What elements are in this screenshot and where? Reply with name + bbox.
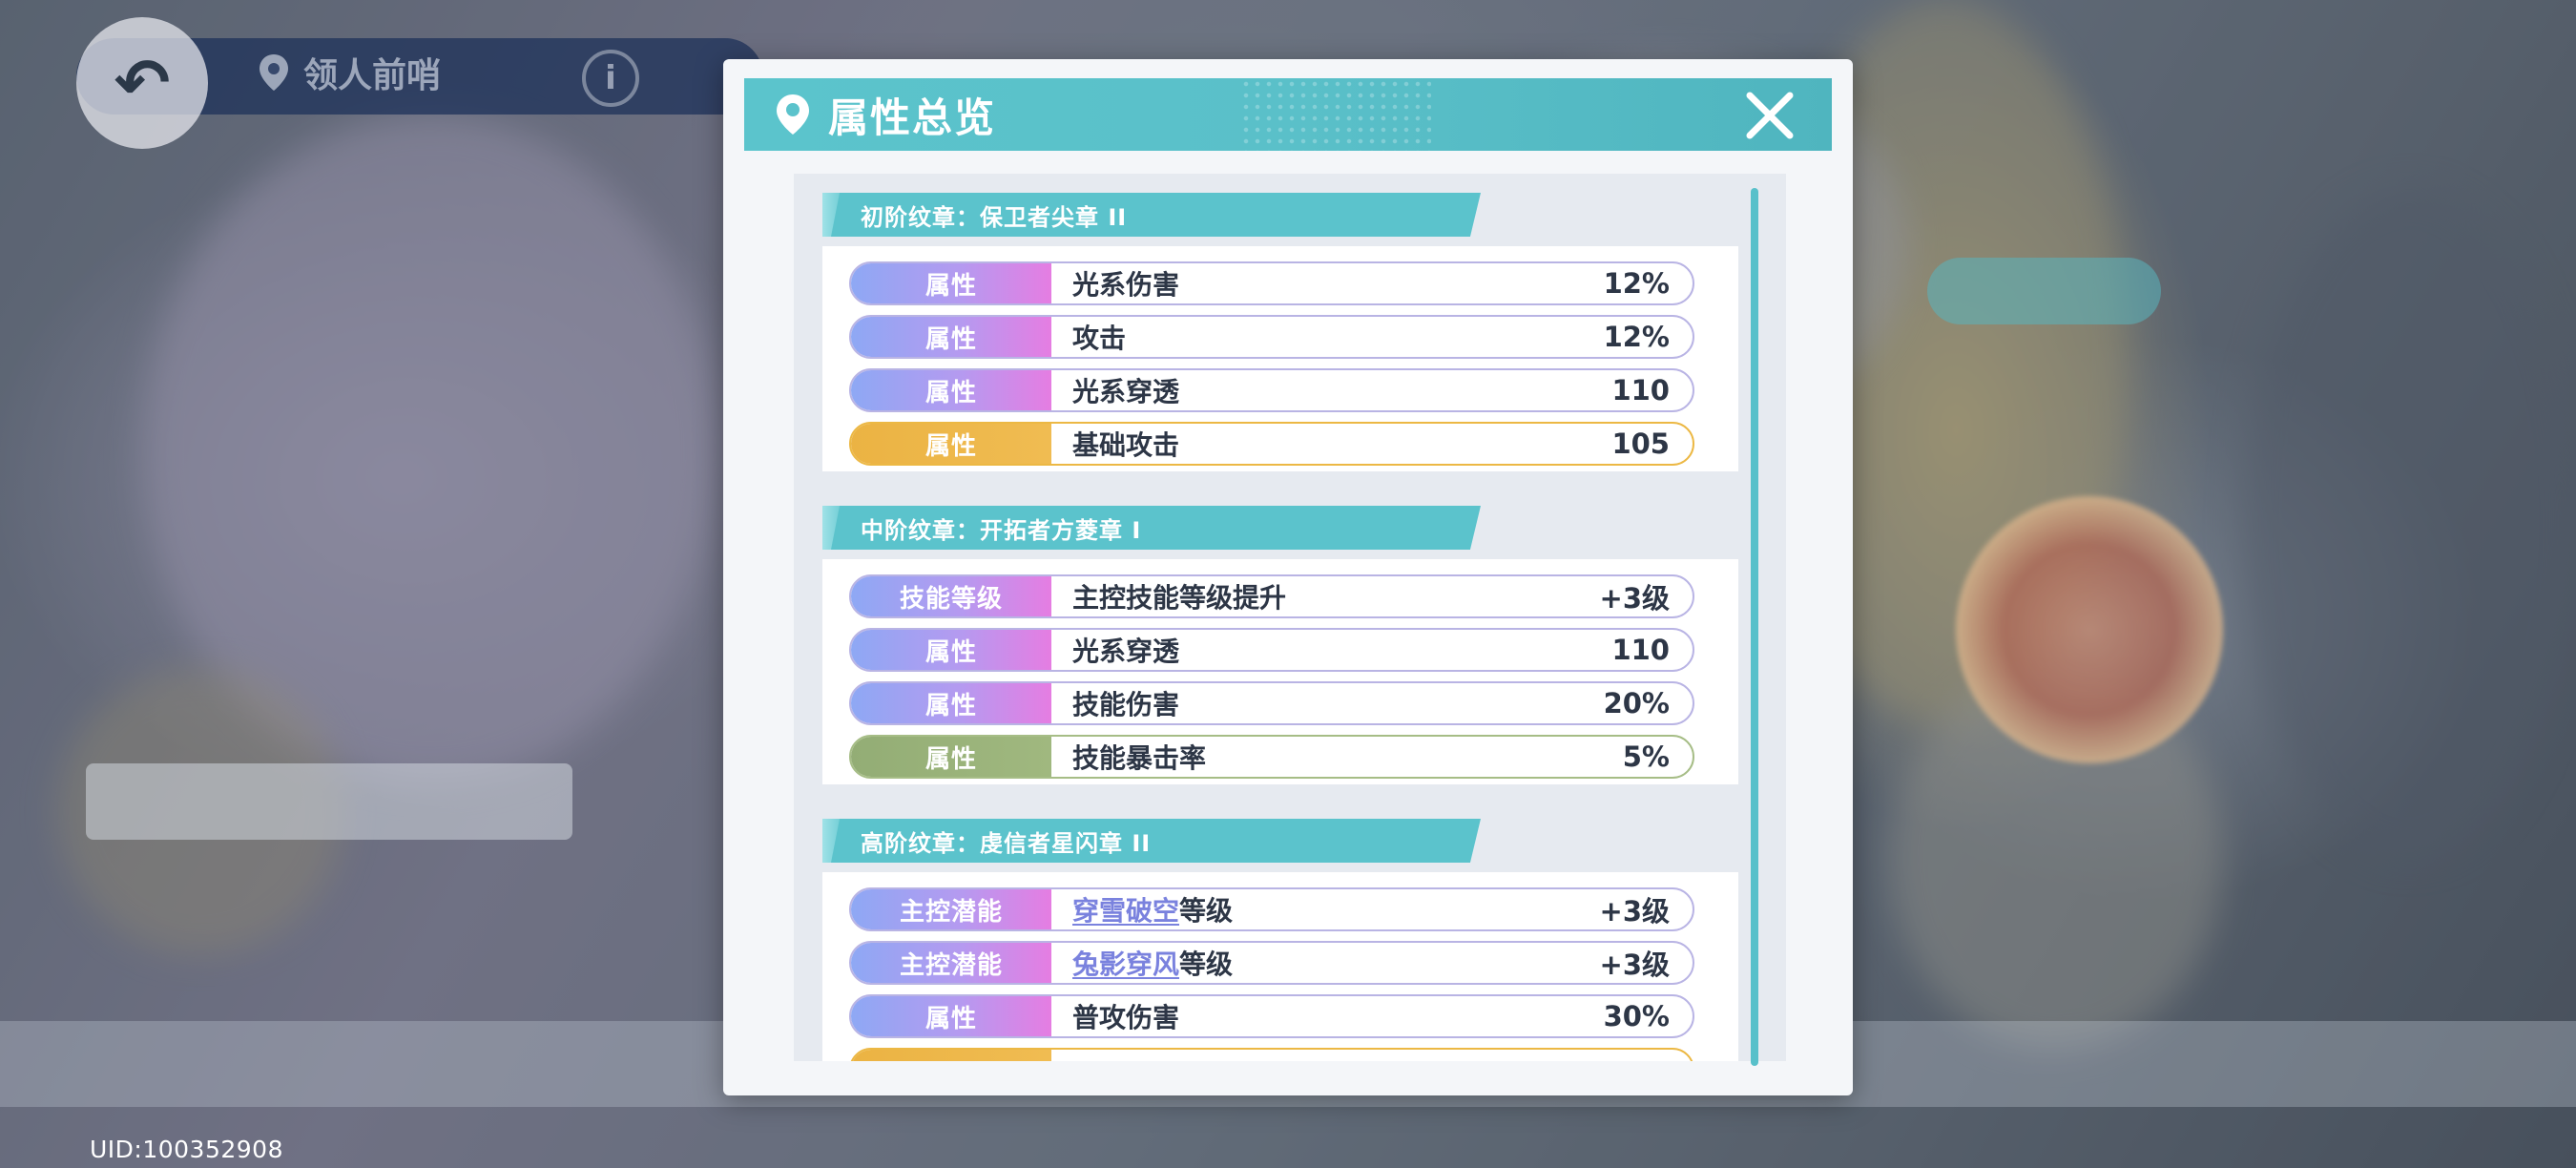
row-type-label: 属性	[851, 683, 1051, 723]
attribute-row: 属性 攻击 12%	[849, 315, 1694, 359]
section-mid-badge: 中阶纹章：开拓者方菱章 I 技能等级 主控技能等级提升 +3级 属性 光系穿透 …	[794, 506, 1786, 809]
row-attribute-name: 光系伤害	[1072, 269, 1180, 301]
row-type-label: 主控潜能	[851, 943, 1051, 983]
row-attribute-name: 技能暴击率	[1072, 742, 1207, 774]
section-card: 技能等级 主控技能等级提升 +3级 属性 光系穿透 110 属性 技能伤害 20…	[822, 559, 1738, 784]
location-pin-icon	[260, 54, 288, 91]
attribute-overview-dialog: 属性总览 初阶纹章：保卫者尖章 II 属性 光系伤害 12% 属性 攻击 12%…	[723, 59, 1853, 1095]
row-attribute-value: 105	[1611, 428, 1670, 460]
row-attribute-value: +3级	[1599, 949, 1670, 981]
section-header-label: 中阶纹章：开拓者方菱章 I	[861, 516, 1142, 544]
section-header: 高阶纹章：虔信者星闪章 II	[822, 819, 1481, 863]
uid-label: UID:100352908	[90, 1136, 283, 1163]
dialog-header: 属性总览	[744, 78, 1832, 151]
row-attribute-value: +3级	[1599, 895, 1670, 928]
section-basic-badge: 初阶纹章：保卫者尖章 II 属性 光系伤害 12% 属性 攻击 12% 属性 光…	[794, 193, 1786, 496]
background-medal-image	[1956, 496, 2223, 763]
row-type-label: 属性	[851, 630, 1051, 670]
row-attribute-value: +3级	[1599, 582, 1670, 615]
close-button[interactable]	[1744, 90, 1796, 141]
back-button[interactable]: ↶	[76, 17, 208, 149]
attribute-row: 属性 光系伤害 12%	[849, 261, 1694, 305]
section-high-badge: 高阶纹章：虔信者星闪章 II 主控潜能 穿雪破空等级 +3级 主控潜能 兔影穿风…	[794, 819, 1786, 1061]
dialog-title: 属性总览	[828, 94, 997, 141]
row-attribute-name: 光系穿透	[1072, 376, 1180, 407]
attribute-list-scroll-area[interactable]: 初阶纹章：保卫者尖章 II 属性 光系伤害 12% 属性 攻击 12% 属性 光…	[794, 174, 1786, 1061]
potential-skill-link[interactable]: 兔影穿风	[1072, 949, 1179, 980]
section-header: 中阶纹章：开拓者方菱章 I	[822, 506, 1481, 550]
row-attribute-name: 光系穿透	[1072, 636, 1180, 667]
section-header-label: 初阶纹章：保卫者尖章 II	[861, 203, 1128, 231]
location-chip[interactable]: 领人前哨	[258, 48, 441, 97]
row-attribute-value: 110	[1611, 374, 1670, 407]
row-attribute-name: 穿雪破空等级	[1051, 890, 1600, 928]
row-attribute-name-suffix: 等级	[1179, 895, 1234, 927]
row-type-label: 技能等级	[851, 576, 1051, 616]
attribute-row: 技能等级 主控技能等级提升 +3级	[849, 574, 1694, 618]
attribute-row: 属性 光系穿透 110	[849, 628, 1694, 672]
row-attribute-value: 5%	[1622, 740, 1670, 773]
section-card: 主控潜能 穿雪破空等级 +3级 主控潜能 兔影穿风等级 +3级 属性 普攻伤害 …	[822, 872, 1738, 1061]
row-type-label: 属性	[851, 996, 1051, 1036]
row-attribute-name: 普攻伤害	[1072, 1002, 1180, 1033]
row-attribute-name: 主控技能等级提升	[1072, 582, 1287, 614]
row-attribute-name: 基础攻击	[1072, 429, 1180, 461]
section-card: 属性 光系伤害 12% 属性 攻击 12% 属性 光系穿透 110 属性 基础攻…	[822, 246, 1738, 471]
background-teal-button	[1927, 258, 2161, 324]
row-attribute-value: 12%	[1603, 321, 1670, 353]
section-header: 初阶纹章：保卫者尖章 II	[822, 193, 1481, 237]
location-pin-icon	[777, 94, 809, 135]
row-attribute-value: 110	[1611, 634, 1670, 666]
close-icon	[1746, 92, 1794, 139]
row-type-label: 属性	[851, 263, 1051, 303]
row-type-label: 属性	[851, 317, 1051, 357]
attribute-row-partial	[849, 1048, 1694, 1061]
row-attribute-name: 兔影穿风等级	[1051, 944, 1600, 982]
location-label: 领人前哨	[303, 56, 442, 95]
potential-skill-link[interactable]: 穿雪破空	[1072, 895, 1179, 927]
back-arrow-icon: ↶	[114, 44, 171, 122]
info-icon[interactable]: i	[582, 50, 639, 107]
row-type-label: 属性	[851, 424, 1051, 464]
section-header-label: 高阶纹章：虔信者星闪章 II	[861, 829, 1152, 857]
attribute-row: 属性 技能暴击率 5%	[849, 735, 1694, 779]
row-type-label: 属性	[851, 370, 1051, 410]
attribute-row: 主控潜能 兔影穿风等级 +3级	[849, 941, 1694, 985]
attribute-row: 属性 普攻伤害 30%	[849, 994, 1694, 1038]
attribute-row: 属性 基础攻击 105	[849, 422, 1694, 466]
row-attribute-value: 12%	[1603, 267, 1670, 300]
row-type-label: 属性	[851, 737, 1051, 777]
attribute-row: 属性 技能伤害 20%	[849, 681, 1694, 725]
row-type-label: 主控潜能	[851, 889, 1051, 929]
attribute-row: 主控潜能 穿雪破空等级 +3级	[849, 887, 1694, 931]
row-attribute-name: 攻击	[1072, 323, 1127, 354]
row-attribute-name-suffix: 等级	[1179, 949, 1234, 980]
row-attribute-value: 20%	[1603, 687, 1670, 720]
row-attribute-value: 30%	[1603, 1000, 1670, 1032]
scrollbar-thumb[interactable]	[1751, 188, 1758, 1066]
row-type-label	[851, 1050, 1051, 1061]
attribute-row: 属性 光系穿透 110	[849, 368, 1694, 412]
row-attribute-name: 技能伤害	[1072, 689, 1180, 720]
background-nameplate	[86, 763, 572, 840]
